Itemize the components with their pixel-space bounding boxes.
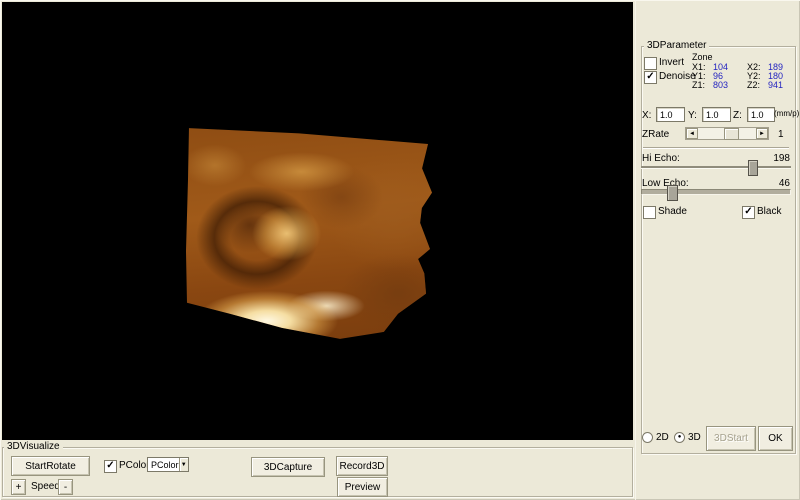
zrate-label: ZRate: [642, 129, 669, 140]
zrate-scrollbar[interactable]: ◄ ►: [685, 127, 769, 140]
pcolor-label: PColor: [119, 460, 150, 471]
black-checkbox[interactable]: ✓: [742, 206, 755, 219]
z-scale-field[interactable]: 1.0: [747, 107, 775, 122]
mode-2d-label: 2D: [656, 432, 669, 443]
parameter-panel: 3DParameter Invert ✓ Denoise Zone X1: 10…: [635, 0, 800, 500]
chevron-down-icon[interactable]: ▼: [179, 458, 188, 471]
zrate-value: 1: [778, 129, 784, 140]
invert-label: Invert: [659, 57, 684, 68]
hi-echo-slider[interactable]: [641, 166, 791, 169]
x-scale-field[interactable]: 1.0: [656, 107, 685, 122]
y-scale-field[interactable]: 1.0: [702, 107, 731, 122]
low-echo-slider[interactable]: [641, 189, 791, 195]
x-scale-label: X:: [642, 110, 651, 121]
pcolor-dropdown-value: PColor: [148, 460, 179, 470]
hi-echo-label: Hi Echo:: [642, 153, 680, 164]
speed-minus-button[interactable]: -: [58, 479, 73, 495]
mode-3d-label: 3D: [688, 432, 701, 443]
mode-3d-radio[interactable]: ●: [674, 432, 685, 443]
invert-checkbox[interactable]: [644, 57, 657, 70]
shade-checkbox[interactable]: [643, 206, 656, 219]
zone-z2-value: 941: [768, 80, 783, 90]
hi-echo-value: 198: [761, 153, 790, 164]
speed-plus-button[interactable]: +: [11, 479, 26, 495]
low-echo-label: Low Echo:: [642, 178, 689, 189]
visualize-panel: 3DVisualize StartRotate + Speed - ✓ PCol…: [0, 440, 635, 500]
denoise-checkbox[interactable]: ✓: [644, 71, 657, 84]
speed-label: Speed: [31, 481, 60, 492]
zone-z1-value: 803: [713, 80, 728, 90]
hi-echo-thumb[interactable]: [748, 160, 758, 176]
3d-viewport[interactable]: [2, 2, 633, 440]
3dcapture-button[interactable]: 3DCapture: [251, 457, 325, 477]
zrate-scroll-left-icon[interactable]: ◄: [686, 128, 698, 139]
zone-z2-label: Z2:: [747, 80, 760, 90]
zone-z1-label: Z1:: [692, 80, 705, 90]
zrate-scroll-right-icon[interactable]: ►: [756, 128, 768, 139]
zrate-track[interactable]: [698, 128, 756, 139]
separator: [643, 147, 789, 149]
ok-button[interactable]: OK: [758, 426, 793, 451]
app-window: 3DParameter Invert ✓ Denoise Zone X1: 10…: [0, 0, 800, 500]
record3d-button[interactable]: Record3D: [336, 456, 388, 476]
low-echo-thumb[interactable]: [667, 185, 678, 201]
y-scale-label: Y:: [688, 110, 697, 121]
pcolor-checkbox[interactable]: ✓: [104, 460, 117, 473]
preview-button[interactable]: Preview: [337, 477, 388, 497]
scale-unit-label: (mm/p): [774, 109, 799, 118]
zrate-thumb[interactable]: [724, 128, 739, 140]
low-echo-value: 46: [761, 178, 790, 189]
z-scale-label: Z:: [733, 110, 742, 121]
ultrasound-volume-render: [185, 127, 433, 340]
start-rotate-button[interactable]: StartRotate: [11, 456, 90, 476]
mode-2d-radio[interactable]: [642, 432, 653, 443]
shade-label: Shade: [658, 206, 687, 217]
parameter-group-title: 3DParameter: [644, 40, 709, 51]
black-label: Black: [757, 206, 781, 217]
3dstart-button[interactable]: 3DStart: [706, 426, 756, 451]
denoise-label: Denoise: [659, 71, 696, 82]
pcolor-dropdown[interactable]: PColor ▼: [147, 457, 189, 472]
zone-title: Zone: [692, 52, 713, 62]
visualize-group-title: 3DVisualize: [4, 441, 63, 452]
